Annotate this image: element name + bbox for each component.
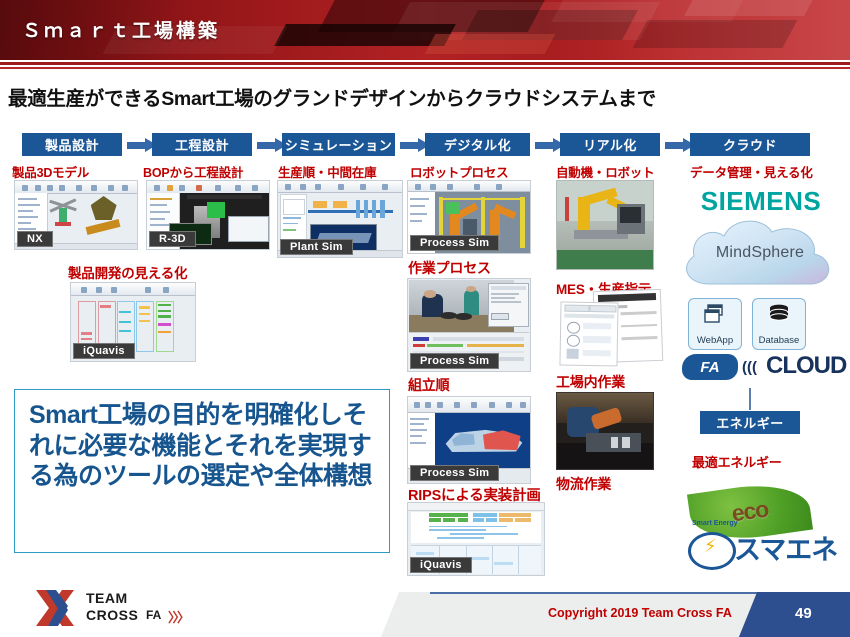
siemens-logo: SIEMENS <box>700 186 822 216</box>
sublabel-product-3d-model: 製品3Dモデル <box>12 166 90 180</box>
sumaene-label: スマエネ <box>734 535 838 565</box>
process-step-product-design[interactable]: 製品設計 <box>22 133 122 156</box>
tool-tag-iquavis: iQuavis <box>73 343 135 359</box>
fa-cloud-word: CLOUD <box>766 352 847 379</box>
label-assembly-order: 組立順 <box>408 377 450 393</box>
logo-fa: FA <box>146 608 162 622</box>
smart-energy-tagline: Smart Energy <box>692 520 738 527</box>
fake-ribbon <box>278 181 402 194</box>
x-mark-icon <box>36 590 74 626</box>
webapp-label: WebApp <box>696 335 734 346</box>
cad-model-gear <box>90 195 117 220</box>
connector-line <box>749 388 751 410</box>
screenshot-plant-sim[interactable]: Plant Sim <box>277 180 403 258</box>
copyright-text: Copyright 2019 Team Cross FA <box>548 606 732 620</box>
label-factory-work: 工場内作業 <box>556 374 625 390</box>
header-decor-shape <box>274 24 456 46</box>
key-message-callout: Smart工場の目的を明確化しそれに必要な機能とそれを実現する為のツールの選定や… <box>14 389 390 553</box>
sublabel-production-order: 生産順・中間在庫 <box>278 166 377 180</box>
fake-ribbon <box>15 181 137 195</box>
header-rule-primary <box>0 62 850 65</box>
mindsphere-cloud-graphic: MindSphere <box>676 214 844 294</box>
header-decor-shape <box>424 34 556 54</box>
process-step-process-design[interactable]: 工程設計 <box>152 133 252 156</box>
callout-text: Smart工場の目的を明確化しそれに必要な機能とそれを実現する為のツールの選定や… <box>29 401 373 490</box>
database-icon <box>769 304 789 321</box>
tool-tag-process-sim: Process Sim <box>410 465 500 481</box>
label-work-process: 作業プロセス <box>408 260 491 276</box>
sumaene-logo: ⚡ Smart Energy スマエネ <box>688 520 838 570</box>
database-label: Database <box>758 335 800 346</box>
process-step-realization[interactable]: リアル化 <box>560 133 660 156</box>
slide-header-banner: Ｓｍａｒｔ工場構築 <box>0 0 850 60</box>
logo-line-team: TEAM <box>86 590 128 606</box>
header-rule-secondary <box>0 67 850 69</box>
photo-yellow-robot-cell <box>556 180 654 270</box>
fake-ribbon <box>408 181 530 193</box>
screenshot-r3d[interactable]: R-3D <box>146 180 270 250</box>
screenshot-robot-process-sim[interactable]: Process Sim <box>407 180 531 254</box>
gantt-phase-rows <box>410 511 542 544</box>
fake-ribbon <box>71 283 195 297</box>
tool-tag-r3d: R-3D <box>149 231 196 247</box>
slide-subtitle: 最適生産ができるSmart工場のグランドデザインからクラウドシステムまで <box>8 88 656 110</box>
process-step-simulation[interactable]: シミュレーション <box>282 133 395 156</box>
label-logistics-work: 物流作業 <box>556 476 612 492</box>
process-step-digitalization[interactable]: デジタル化 <box>425 133 530 156</box>
webapp-tile[interactable]: WebApp <box>688 298 742 350</box>
lightning-bolt-icon: ⚡ <box>704 536 717 556</box>
sublabel-auto-robot: 自動機・ロボット <box>556 166 655 180</box>
screenshot-car-body-assembly[interactable]: Process Sim <box>407 396 531 484</box>
process-sim-dialog <box>487 282 529 327</box>
sublabel-data-management: データ管理・見える化 <box>690 166 813 180</box>
fa-badge: FA <box>682 354 738 380</box>
mindsphere-label: MindSphere <box>715 244 805 261</box>
fake-tree-panel <box>408 413 436 470</box>
tool-tag-process-sim: Process Sim <box>410 235 500 251</box>
screenshot-iquavis-product-dev[interactable]: iQuavis <box>70 282 196 362</box>
energy-box[interactable]: エネルギー <box>700 411 800 434</box>
tool-tag-process-sim: Process Sim <box>410 353 500 369</box>
logo-line-cross: CROSS <box>86 607 139 623</box>
screenshot-nx-cad[interactable]: NX <box>14 180 138 250</box>
label-optimal-energy: 最適エネルギー <box>692 455 782 470</box>
screenshot-work-process-video[interactable]: Process Sim <box>407 278 531 372</box>
photo-factory-worker <box>556 392 654 470</box>
cad-model-shaft <box>85 219 121 236</box>
logo-chevrons-icon: 〉〉〉 <box>168 610 190 625</box>
tool-tag-nx: NX <box>17 231 53 247</box>
webapp-icon <box>704 304 723 323</box>
document-mes-sheet-front <box>559 301 619 367</box>
fake-ribbon <box>408 397 530 414</box>
cad-model-helicopter <box>49 198 77 230</box>
slide-title: Ｓｍａｒｔ工場構築 <box>22 21 221 42</box>
tool-tag-iquavis: iQuavis <box>410 557 472 573</box>
tool-tag-plant-sim: Plant Sim <box>280 239 353 255</box>
process-step-cloud[interactable]: クラウド <box>690 133 810 156</box>
gantt-toolbar <box>408 503 544 512</box>
database-tile[interactable]: Database <box>752 298 806 350</box>
screenshot-iquavis-rips-gantt[interactable]: iQuavis <box>407 502 545 576</box>
signal-waves-icon: ((( <box>742 359 757 376</box>
label-product-dev-visualization: 製品開発の見える化 <box>68 266 188 281</box>
fa-cloud-logo: FA ((( CLOUD <box>682 352 847 382</box>
header-decor-shape <box>632 20 798 48</box>
fake-ribbon <box>147 181 269 195</box>
sublabel-bop-process-design: BOPから工程設計 <box>143 166 244 180</box>
car-body-3d-view <box>434 413 530 470</box>
header-decor-shape <box>684 0 816 16</box>
sublabel-robot-process: ロボットプロセス <box>410 166 509 180</box>
page-number: 49 <box>795 605 812 622</box>
team-cross-fa-logo: TEAM CROSS FA 〉〉〉 <box>34 586 214 630</box>
